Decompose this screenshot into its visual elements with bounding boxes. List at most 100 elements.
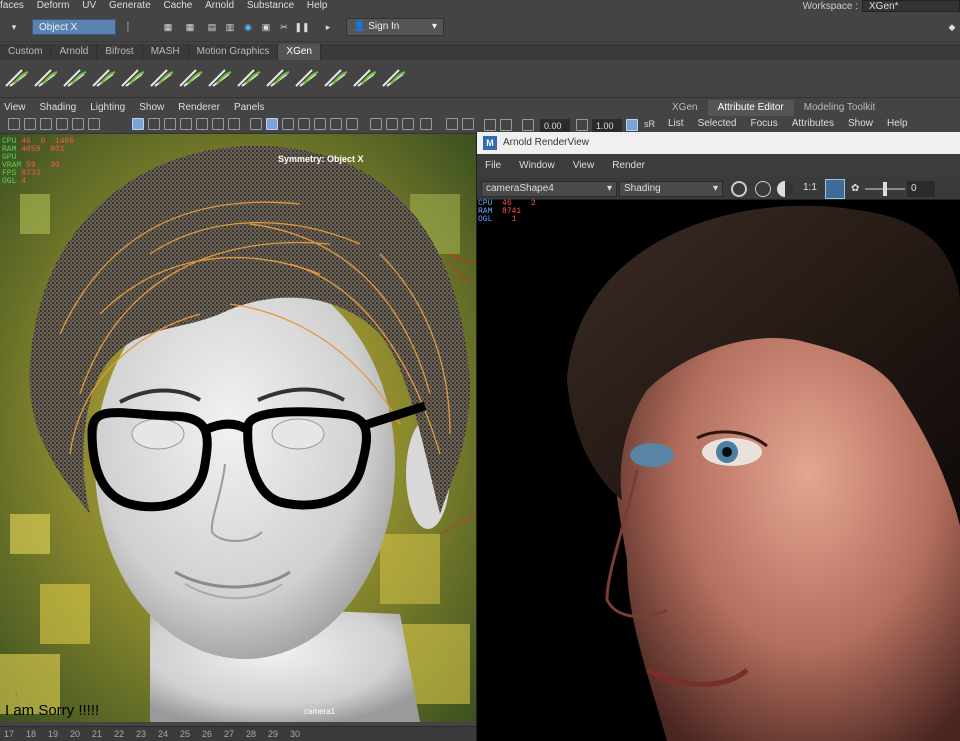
add-guides-icon[interactable] — [92, 69, 116, 87]
grab-icon[interactable] — [324, 69, 348, 87]
gamma-field[interactable]: 1.00 — [592, 119, 622, 133]
resolution-gate-icon[interactable] — [164, 118, 176, 130]
flatten-icon[interactable] — [237, 69, 261, 87]
xray-icon[interactable] — [446, 118, 458, 130]
render-settings-icon[interactable]: ▥ — [222, 19, 238, 35]
menu-cache[interactable]: Cache — [163, 1, 192, 11]
viewport-menu-shading[interactable]: Shading — [40, 100, 77, 116]
interactive-groom-icon[interactable] — [382, 69, 406, 87]
tab-arnold[interactable]: Arnold — [51, 44, 98, 60]
ae-menu-list[interactable]: List — [668, 116, 684, 132]
safe-title-icon[interactable] — [228, 118, 240, 130]
spray-icon[interactable] — [353, 69, 377, 87]
hypershade-icon[interactable]: ◉ — [240, 19, 256, 35]
camera-select-icon[interactable] — [8, 118, 20, 130]
viewport-panel[interactable] — [0, 134, 476, 722]
film-gate-icon[interactable] — [148, 118, 160, 130]
ae-menu-show[interactable]: Show — [848, 116, 873, 132]
tab-custom[interactable]: Custom — [0, 44, 52, 60]
ae-menu-attributes[interactable]: Attributes — [792, 116, 834, 132]
arnold-menu-render[interactable]: Render — [612, 154, 645, 178]
gamma-icon-2[interactable] — [576, 119, 588, 131]
viewport-menu-panels[interactable]: Panels — [234, 100, 265, 116]
xray-joints-icon[interactable] — [462, 118, 474, 130]
cut-guides-icon[interactable] — [208, 69, 232, 87]
viewport-menu-view[interactable]: View — [4, 100, 26, 116]
render-sequence-icon[interactable]: ▦ — [182, 19, 198, 35]
arnold-menu-window[interactable]: Window — [519, 154, 555, 178]
exposure-slider-handle[interactable] — [883, 182, 887, 196]
menu-help[interactable]: Help — [307, 1, 328, 11]
textured-icon[interactable] — [298, 118, 310, 130]
tab-bifrost[interactable]: Bifrost — [97, 44, 143, 60]
timeline[interactable]: 17 18 19 20 21 22 23 24 25 26 27 28 29 30 — [0, 726, 476, 741]
clump-icon[interactable] — [266, 69, 290, 87]
zoom-ratio-label[interactable]: 1:1 — [803, 182, 817, 193]
wireframe-on-shaded-icon[interactable] — [282, 118, 294, 130]
exposure-field[interactable]: 0.00 — [540, 119, 570, 133]
wireframe-icon[interactable] — [250, 118, 262, 130]
channel-icon[interactable] — [777, 181, 793, 197]
object-field[interactable]: Object X — [32, 19, 116, 35]
tab-attribute-editor[interactable]: Attribute Editor — [707, 100, 794, 116]
expand-arrow-icon[interactable]: ▸ — [320, 19, 336, 35]
comb-icon[interactable] — [63, 69, 87, 87]
edit-description-icon[interactable] — [34, 69, 58, 87]
tab-xgen[interactable]: XGen — [278, 44, 321, 60]
render-view-icon[interactable]: ▣ — [258, 19, 274, 35]
region-icon[interactable] — [755, 181, 771, 197]
arnold-render-image[interactable] — [477, 200, 960, 741]
two-d-pan-icon[interactable] — [72, 118, 84, 130]
workspace-dropdown[interactable]: XGen* — [862, 0, 960, 12]
menu-set-arrow-icon[interactable]: ▾ — [6, 19, 22, 35]
aov-dropdown[interactable]: Shading ▾ — [619, 181, 723, 197]
depth-of-field-icon[interactable] — [402, 118, 414, 130]
screen-space-ao-icon[interactable] — [346, 118, 358, 130]
rebuild-guides-icon[interactable] — [150, 69, 174, 87]
menu-uv[interactable]: UV — [82, 1, 96, 11]
use-all-lights-icon[interactable] — [314, 118, 326, 130]
arnold-ipr-icon[interactable]: ✂ — [276, 19, 292, 35]
menu-faces[interactable]: faces — [0, 1, 24, 11]
viewport-menu-renderer[interactable]: Renderer — [178, 100, 220, 116]
shadows-icon[interactable] — [330, 118, 342, 130]
ipr-render-icon[interactable]: ▤ — [204, 19, 220, 35]
camera-lock-icon[interactable] — [24, 118, 36, 130]
isolate-select-icon[interactable] — [420, 118, 432, 130]
tab-motion-graphics[interactable]: Motion Graphics — [189, 44, 279, 60]
menu-arnold[interactable]: Arnold — [205, 1, 234, 11]
create-description-icon[interactable] — [5, 69, 29, 87]
safe-action-icon[interactable] — [212, 118, 224, 130]
grid-icon[interactable] — [132, 118, 144, 130]
pause-icon[interactable]: ❚❚ — [294, 19, 310, 35]
menu-deform[interactable]: Deform — [37, 1, 70, 11]
grease-pencil-icon[interactable] — [88, 118, 100, 130]
multisample-icon[interactable] — [386, 118, 398, 130]
exposure-icon[interactable] — [500, 119, 512, 131]
xray-components-icon[interactable] — [484, 119, 496, 131]
gamma-icon[interactable] — [522, 119, 534, 131]
arnold-menu-file[interactable]: File — [485, 154, 501, 178]
render-settings-icon[interactable] — [731, 181, 747, 197]
menu-generate[interactable]: Generate — [109, 1, 151, 11]
color-management-icon[interactable] — [626, 119, 638, 131]
motion-blur-icon[interactable] — [370, 118, 382, 130]
ae-menu-focus[interactable]: Focus — [750, 116, 777, 132]
image-plane-icon[interactable] — [56, 118, 68, 130]
cube-icon[interactable]: ◆ — [944, 19, 960, 35]
frame-all-icon[interactable] — [825, 179, 845, 199]
sign-in-button[interactable]: 👤 Sign In ▾ — [346, 18, 444, 36]
field-chart-icon[interactable] — [196, 118, 208, 130]
viewport-menu-show[interactable]: Show — [139, 100, 164, 116]
bookmark-icon[interactable] — [40, 118, 52, 130]
smooth-shade-icon[interactable] — [266, 118, 278, 130]
ae-menu-help[interactable]: Help — [887, 116, 908, 132]
ae-menu-selected[interactable]: Selected — [698, 116, 737, 132]
arnold-menu-view[interactable]: View — [573, 154, 595, 178]
sculpt-guides-icon[interactable] — [121, 69, 145, 87]
viewport-menu-lighting[interactable]: Lighting — [90, 100, 125, 116]
noise-icon[interactable] — [295, 69, 319, 87]
tab-xgen-panel[interactable]: XGen — [662, 100, 708, 116]
tab-modeling-toolkit[interactable]: Modeling Toolkit — [794, 100, 886, 116]
tab-mash[interactable]: MASH — [143, 44, 189, 60]
